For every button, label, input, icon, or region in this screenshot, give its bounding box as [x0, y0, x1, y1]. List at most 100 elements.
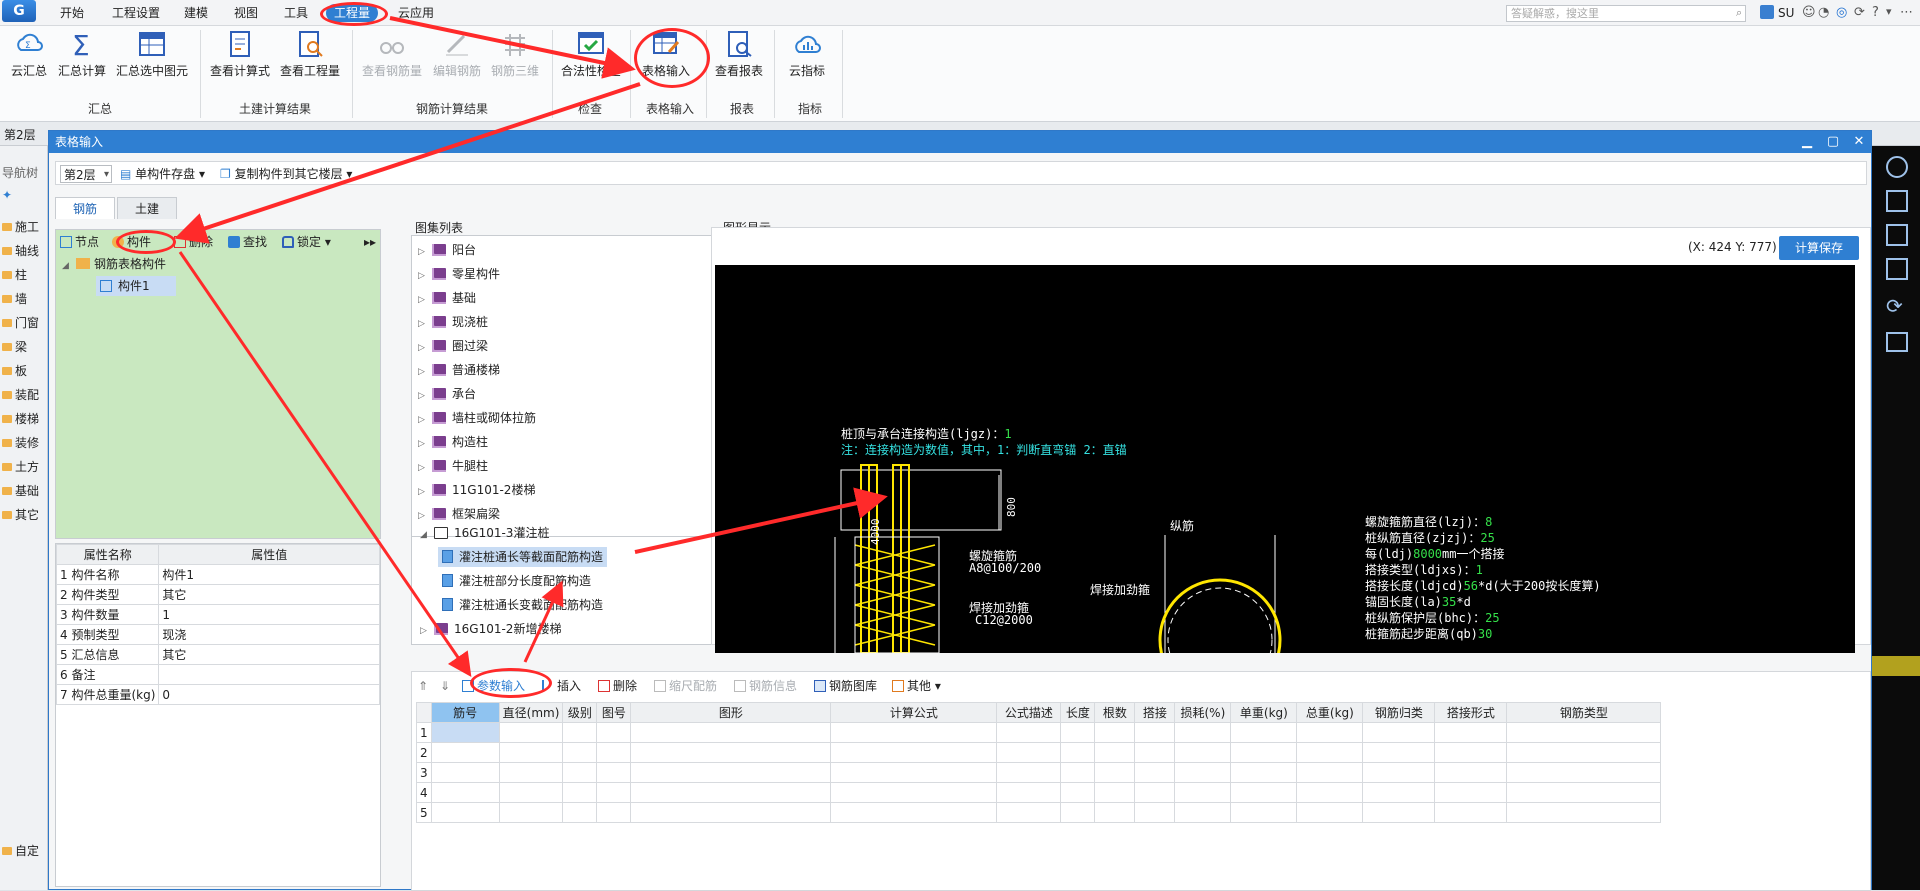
- cell[interactable]: [1296, 782, 1364, 803]
- support-icon[interactable]: ◎: [1836, 5, 1847, 20]
- rebar-library-button[interactable]: 钢筋图库: [814, 676, 877, 696]
- cell[interactable]: [1434, 782, 1508, 803]
- sync-icon[interactable]: ⟳: [1854, 5, 1865, 20]
- cell[interactable]: [1362, 782, 1436, 803]
- menu-view[interactable]: 视图: [226, 4, 266, 22]
- cell[interactable]: [430, 782, 500, 803]
- app-logo-icon[interactable]: G: [2, 0, 36, 22]
- nav-item[interactable]: 其它: [2, 506, 46, 526]
- cell[interactable]: [1174, 722, 1232, 743]
- delete-button[interactable]: 删除: [174, 232, 213, 252]
- cell[interactable]: [1506, 802, 1662, 823]
- rebar-3d-button[interactable]: 钢筋三维: [488, 28, 542, 84]
- cell[interactable]: [996, 802, 1062, 823]
- expand-triangle-icon[interactable]: ▷: [418, 242, 432, 262]
- table-row[interactable]: 5 汇总信息 其它: [55, 644, 380, 665]
- cell[interactable]: [562, 782, 598, 803]
- rotate-icon[interactable]: ⟳: [1886, 294, 1903, 318]
- cell[interactable]: [1434, 762, 1508, 783]
- minimize-icon[interactable]: ▁: [1793, 131, 1821, 153]
- cell[interactable]: [596, 782, 632, 803]
- cell[interactable]: [630, 762, 832, 783]
- cell[interactable]: [1230, 782, 1298, 803]
- cell[interactable]: [1060, 762, 1096, 783]
- find-button[interactable]: 查找: [228, 232, 267, 252]
- list-item[interactable]: ◢ 16G101-3灌注桩: [420, 523, 549, 543]
- list-item[interactable]: 灌注桩通长变截面配筋构造: [442, 595, 603, 615]
- cube-view-icon[interactable]: [1886, 190, 1908, 212]
- other-button[interactable]: 其他 ▾: [892, 676, 941, 696]
- cell[interactable]: [996, 742, 1062, 763]
- expand-triangle-icon[interactable]: ▷: [418, 290, 432, 310]
- cell[interactable]: [830, 722, 998, 743]
- cell[interactable]: [1094, 782, 1136, 803]
- help-icon[interactable]: ?: [1872, 5, 1879, 20]
- floor-combo[interactable]: 第2层: [60, 165, 112, 184]
- view-formula-button[interactable]: 查看计算式: [208, 28, 272, 84]
- cell[interactable]: [630, 722, 832, 743]
- cell[interactable]: [1134, 722, 1176, 743]
- nav-item[interactable]: 门窗: [2, 314, 46, 334]
- move-down-icon[interactable]: ⇓: [440, 676, 450, 696]
- table-row[interactable]: 3: [416, 762, 1662, 783]
- menu-start[interactable]: 开始: [52, 4, 92, 22]
- summary-selected-button[interactable]: 汇总选中图元: [112, 28, 192, 84]
- cell[interactable]: [1434, 742, 1508, 763]
- cell[interactable]: [1060, 782, 1096, 803]
- close-icon[interactable]: ✕: [1845, 131, 1873, 153]
- cell[interactable]: [1174, 782, 1232, 803]
- table-row[interactable]: 2: [416, 742, 1662, 763]
- cell[interactable]: [1362, 722, 1436, 743]
- orbit-icon[interactable]: [1886, 156, 1908, 178]
- search-icon[interactable]: ⌕: [1736, 6, 1742, 20]
- prop-value[interactable]: 1: [158, 604, 380, 625]
- nav-item[interactable]: 装配: [2, 386, 46, 406]
- prop-value[interactable]: 构件1: [158, 564, 380, 585]
- collapse-triangle-icon[interactable]: ◢: [420, 525, 434, 545]
- table-row[interactable]: 1 构件名称 构件1: [55, 564, 380, 585]
- list-item[interactable]: ▷ 现浇桩: [418, 312, 488, 332]
- expand-triangle-icon[interactable]: ▷: [418, 314, 432, 334]
- cell[interactable]: [498, 762, 564, 783]
- prop-value[interactable]: 0: [158, 684, 380, 705]
- expand-triangle-icon[interactable]: ▷: [418, 338, 432, 358]
- menu-modeling[interactable]: 建模: [176, 4, 216, 22]
- menu-project-settings[interactable]: 工程设置: [104, 4, 168, 22]
- list-item[interactable]: ▷ 零星构件: [418, 264, 500, 284]
- list-item[interactable]: ▷ 16G101-2新增楼梯: [420, 619, 561, 639]
- nav-item[interactable]: 自定: [2, 842, 46, 862]
- message-icon[interactable]: ☺: [1802, 5, 1816, 20]
- cell[interactable]: [430, 722, 500, 743]
- param-value[interactable]: 25: [1480, 531, 1494, 545]
- cell[interactable]: [830, 742, 998, 763]
- prop-value[interactable]: [158, 664, 380, 685]
- spiral-stirrup-spec[interactable]: A8@100/200: [969, 561, 1041, 575]
- cell[interactable]: [596, 802, 632, 823]
- expand-triangle-icon[interactable]: ▷: [418, 410, 432, 430]
- cell[interactable]: [1094, 802, 1136, 823]
- cell[interactable]: [1434, 722, 1508, 743]
- cell[interactable]: [1094, 722, 1136, 743]
- nav-item[interactable]: 墙: [2, 290, 46, 310]
- cell[interactable]: [1506, 742, 1662, 763]
- cell[interactable]: [996, 722, 1062, 743]
- nav-item[interactable]: 装修: [2, 434, 46, 454]
- table-row[interactable]: 4: [416, 782, 1662, 803]
- avatar[interactable]: [1760, 5, 1774, 19]
- tree-child[interactable]: 构件1: [96, 276, 176, 296]
- rebar-info-button[interactable]: 钢筋信息: [734, 676, 797, 696]
- cell[interactable]: [996, 762, 1062, 783]
- param-value[interactable]: 56: [1464, 579, 1478, 593]
- search-input[interactable]: 答疑解惑，搜这里: [1506, 5, 1746, 22]
- list-item[interactable]: 灌注桩部分长度配筋构造: [442, 571, 591, 591]
- calc-save-button[interactable]: 计算保存: [1779, 236, 1859, 260]
- nav-item[interactable]: 施工: [2, 218, 46, 238]
- cell[interactable]: [1134, 782, 1176, 803]
- table-row[interactable]: 3 构件数量 1: [55, 604, 380, 625]
- nav-item[interactable]: 梁: [2, 338, 46, 358]
- cell[interactable]: [630, 782, 832, 803]
- edit-rebar-button[interactable]: 编辑钢筋: [430, 28, 484, 84]
- drawing-canvas[interactable]: 桩顶与承台连接构造(ljgz)：1 注：连接构造为数值，其中，1：判断直弯锚 2…: [715, 265, 1855, 653]
- cell[interactable]: [1134, 802, 1176, 823]
- cell[interactable]: [562, 802, 598, 823]
